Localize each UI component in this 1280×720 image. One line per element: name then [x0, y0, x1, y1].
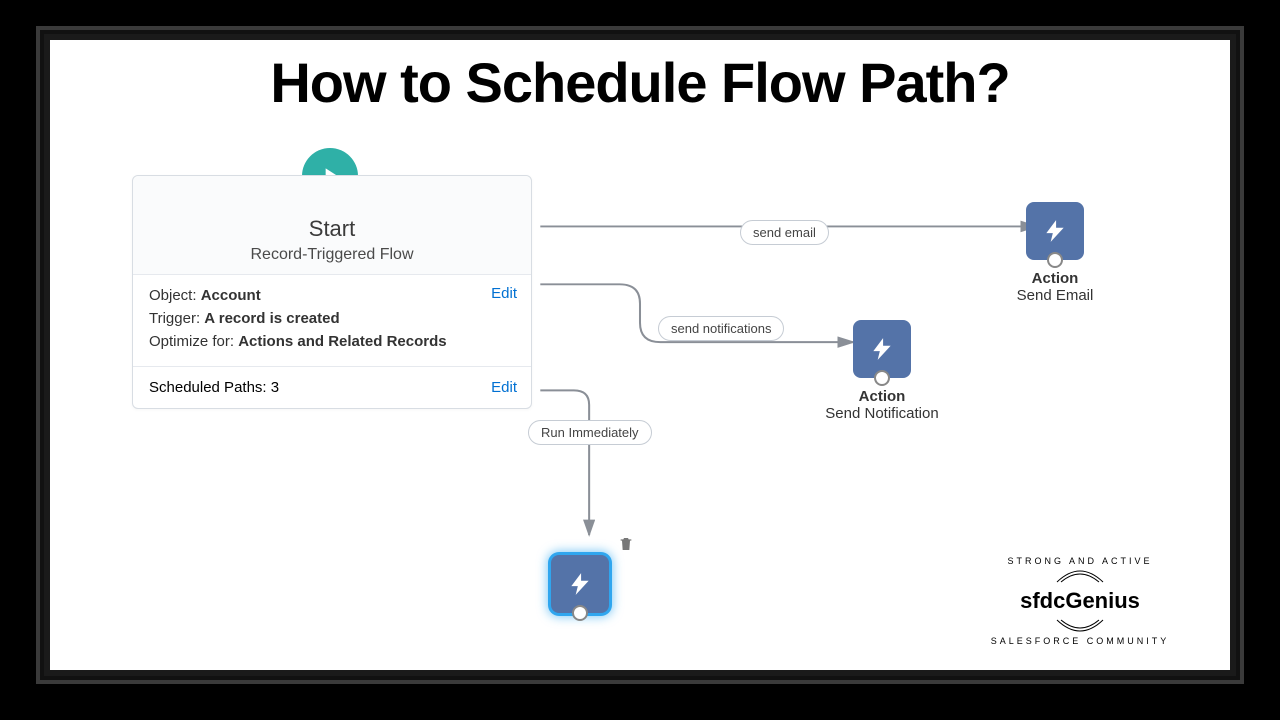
lightning-icon — [869, 336, 895, 362]
action-sub-email: Send Email — [985, 287, 1125, 304]
logo-bottom-arc: SALESFORCE COMMUNITY — [980, 636, 1180, 646]
path-label-run-immediately[interactable]: Run Immediately — [528, 420, 652, 445]
scheduled-paths-count: 3 — [271, 379, 279, 396]
logo-arc-icon — [1055, 566, 1105, 584]
delete-icon[interactable] — [618, 535, 634, 553]
action-box-email — [1026, 202, 1084, 260]
optimize-label: Optimize for: — [149, 333, 234, 350]
optimize-value: Actions and Related Records — [238, 333, 446, 350]
path-label-send-notifications[interactable]: send notifications — [658, 316, 784, 341]
action-label-notification: Action — [812, 388, 952, 405]
port-email[interactable] — [1047, 252, 1063, 268]
page-title: How to Schedule Flow Path? — [50, 40, 1230, 115]
scheduled-paths-label: Scheduled Paths: — [149, 379, 267, 396]
action-node-selected[interactable] — [510, 555, 650, 615]
port-notification[interactable] — [874, 370, 890, 386]
action-node-send-notification[interactable]: Action Send Notification — [812, 320, 952, 422]
start-subheading: Record-Triggered Flow — [147, 246, 517, 264]
action-box-selected — [551, 555, 609, 613]
trigger-value: A record is created — [204, 310, 339, 327]
start-card[interactable]: Start Record-Triggered Flow Edit Object:… — [132, 175, 532, 409]
logo-brand: sfdcGenius — [980, 588, 1180, 614]
start-header: Start Record-Triggered Flow — [133, 176, 531, 275]
logo-arc-icon — [1055, 618, 1105, 636]
action-sub-notification: Send Notification — [812, 405, 952, 422]
flow-stage: Start Record-Triggered Flow Edit Object:… — [50, 130, 1230, 670]
action-label-email: Action — [985, 270, 1125, 287]
edit-paths-link[interactable]: Edit — [491, 379, 517, 396]
path-label-send-email[interactable]: send email — [740, 220, 829, 245]
start-body: Edit Object: Account Trigger: A record i… — [133, 275, 531, 367]
object-label: Object: — [149, 287, 197, 304]
lightning-icon — [567, 571, 593, 597]
start-paths-row: Edit Scheduled Paths: 3 — [133, 367, 531, 408]
action-node-send-email[interactable]: Action Send Email — [985, 202, 1125, 304]
canvas-inner: How to Schedule Flow Path? — [50, 40, 1230, 670]
port-selected[interactable] — [572, 605, 588, 621]
action-box-notification — [853, 320, 911, 378]
trigger-label: Trigger: — [149, 310, 200, 327]
lightning-icon — [1042, 218, 1068, 244]
edit-trigger-link[interactable]: Edit — [491, 285, 517, 302]
sfdc-genius-logo: STRONG AND ACTIVE sfdcGenius SALESFORCE … — [980, 556, 1180, 646]
object-value: Account — [201, 287, 261, 304]
logo-top-arc: STRONG AND ACTIVE — [980, 556, 1180, 566]
picture-frame: How to Schedule Flow Path? — [22, 12, 1258, 698]
start-heading: Start — [147, 216, 517, 242]
